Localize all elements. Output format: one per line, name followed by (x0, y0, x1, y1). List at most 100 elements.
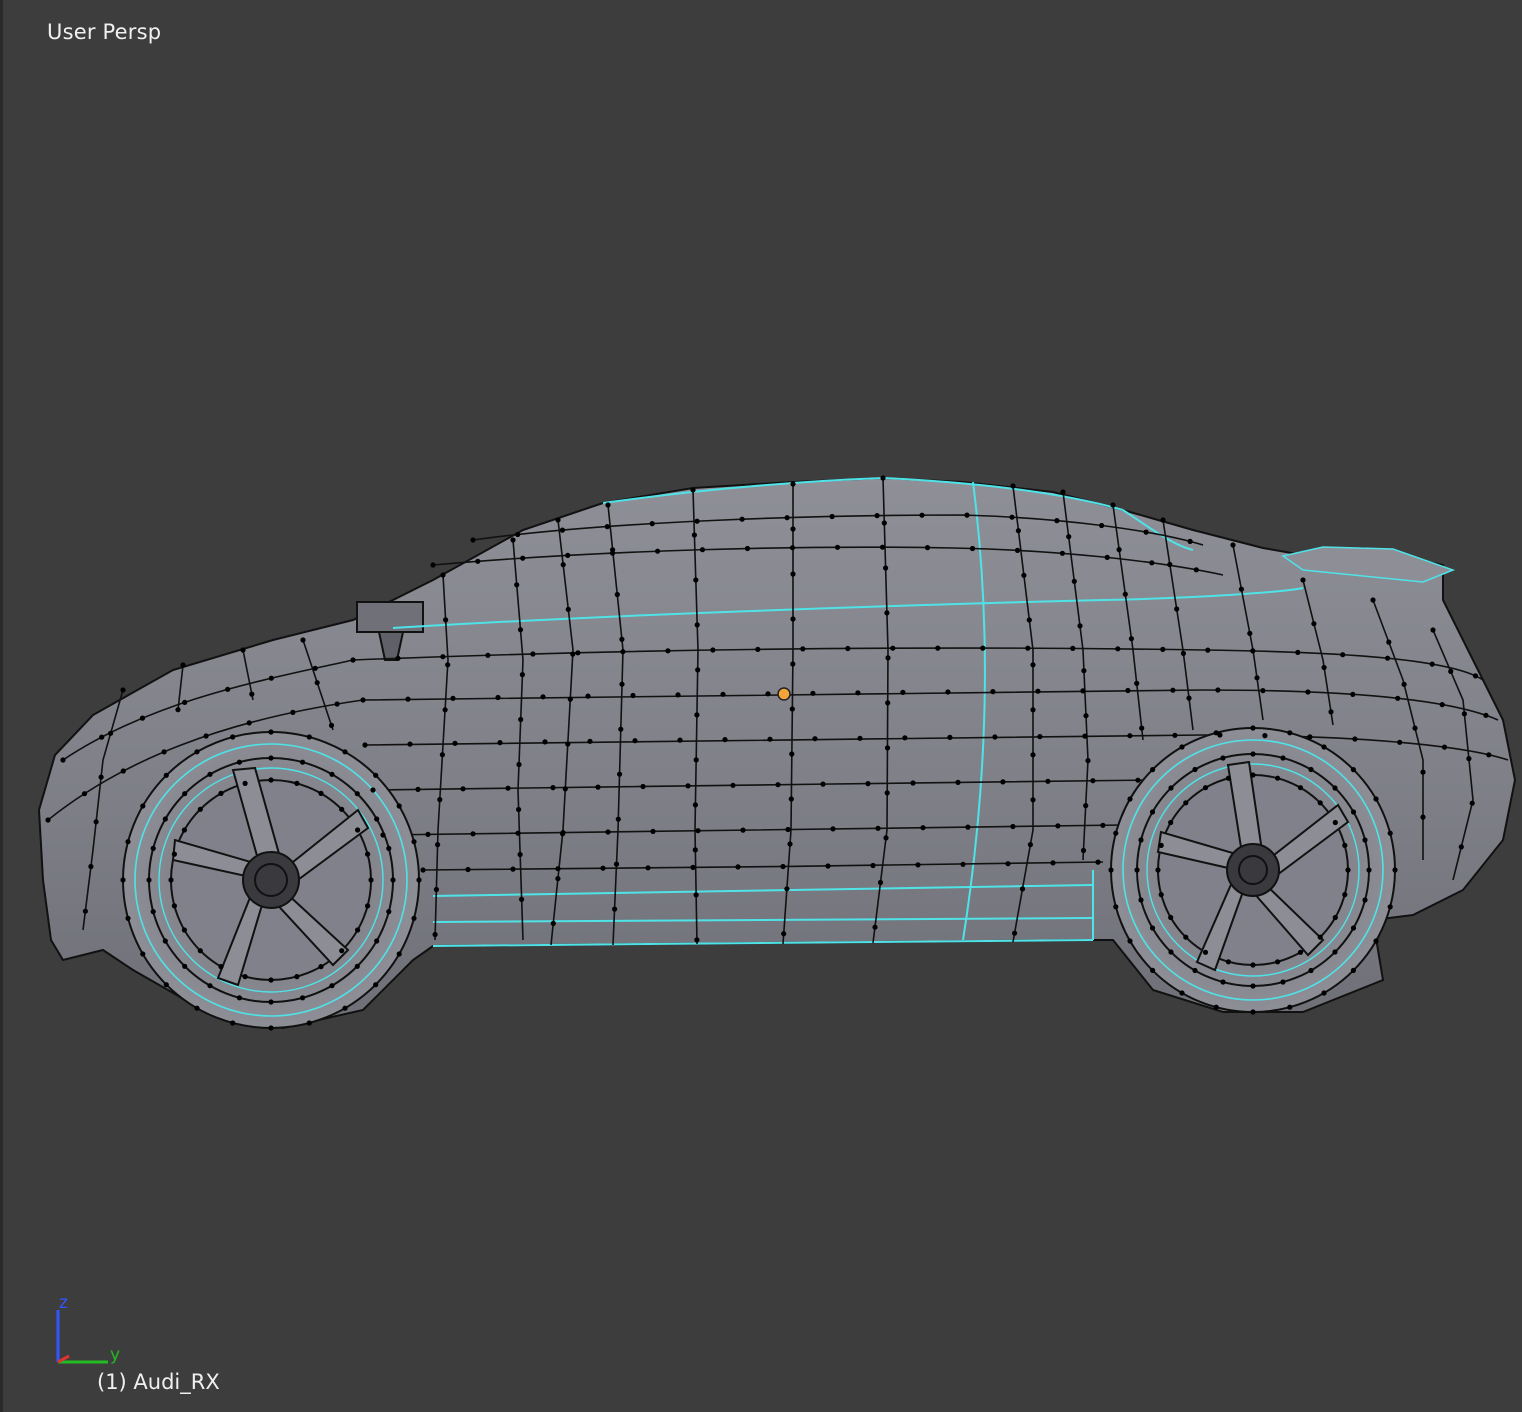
mesh-vertex (515, 531, 521, 538)
mesh-vertex (1174, 606, 1180, 612)
mesh-vertex (475, 558, 481, 564)
wheel-vertex (207, 983, 213, 989)
wheel-vertex (1134, 867, 1140, 873)
mesh-vertex (1085, 758, 1091, 764)
mesh-vertex (1127, 733, 1133, 739)
wheel-vertex (355, 827, 361, 833)
mesh-vertex (612, 906, 618, 912)
mesh-vertex (825, 863, 831, 869)
mesh-vertex (1412, 725, 1418, 731)
wheel-vertex (163, 772, 169, 778)
mesh-vertex (800, 646, 806, 652)
mesh-vertex (812, 736, 818, 742)
mesh-vertex (872, 924, 878, 930)
wheel-vertex (368, 877, 374, 883)
wheel-vertex (1332, 819, 1338, 826)
mesh-vertex (442, 707, 448, 713)
mesh-vertex (924, 545, 931, 551)
car-mesh[interactable] (3, 0, 1522, 1412)
wheel-vertex (1317, 800, 1323, 806)
mesh-vertex (740, 827, 746, 833)
mesh-vertex (735, 864, 741, 870)
mesh-vertex (1186, 695, 1192, 701)
mesh-vertex (1262, 733, 1268, 739)
mesh-vertex (1077, 623, 1083, 629)
mesh-vertex (605, 502, 611, 508)
wheel-vertex (1183, 934, 1189, 940)
mesh-vertex (1172, 732, 1178, 738)
mesh-vertex (370, 787, 376, 793)
mesh-vertex (1420, 814, 1426, 820)
mesh-vertex (565, 552, 571, 559)
mesh-vertex (947, 734, 953, 741)
mesh-vertex (780, 863, 786, 870)
mesh-vertex (1012, 930, 1018, 936)
wheel-vertex (365, 903, 371, 909)
mesh-vertex (900, 689, 906, 696)
wheel-vertex (1138, 837, 1144, 843)
wheel-vertex (300, 759, 306, 765)
mesh-vertex (420, 867, 426, 873)
mesh-vertex (665, 648, 671, 654)
wheel-vertex (329, 771, 335, 777)
mesh-vertex (969, 545, 976, 552)
wheel-vertex (1387, 904, 1393, 910)
mesh-vertex (692, 802, 699, 808)
mesh-vertex (268, 675, 274, 681)
wheel-vertex (396, 803, 402, 809)
mesh-vertex (1035, 688, 1041, 694)
mesh-vertex (437, 797, 443, 803)
wheel-vertex (268, 1025, 274, 1031)
mesh-vertex (1030, 797, 1036, 803)
mesh-vertex (935, 645, 941, 651)
wheel-vertex (416, 877, 422, 883)
wheel-vertex (1168, 914, 1174, 921)
mesh-vertex (585, 693, 591, 699)
wheel-vertex (207, 771, 213, 777)
wheel-vertex (194, 1005, 200, 1011)
origin-point-icon[interactable] (777, 687, 791, 701)
mesh-vertex (1352, 736, 1358, 742)
mesh-vertex (1030, 752, 1036, 758)
3d-viewport[interactable]: User Persp z y (1) Audi_RX (0, 0, 1522, 1412)
wheel-vertex (182, 963, 188, 969)
mesh-vertex (460, 786, 466, 792)
wheel-vertex (1213, 730, 1219, 736)
wheel-vertex (1202, 949, 1209, 955)
mesh-vertex (787, 841, 793, 847)
wheel-vertex (242, 780, 248, 787)
mesh-vertex (328, 722, 335, 729)
mesh-vertex (425, 831, 431, 838)
mesh-vertex (1025, 645, 1031, 651)
mesh-vertex (830, 826, 836, 832)
mesh-vertex (1321, 664, 1327, 671)
wheel-vertex (140, 803, 146, 809)
mesh-vertex (885, 655, 891, 661)
mesh-vertex (739, 516, 745, 522)
wheel-vertex (1250, 1009, 1256, 1015)
wheel-vertex (150, 909, 156, 915)
mesh-vertex (1066, 534, 1072, 540)
wheel-vertex (342, 749, 348, 755)
mesh-vertex (789, 706, 795, 712)
wheel-vertex (1350, 809, 1357, 815)
mesh-vertex (1070, 645, 1076, 652)
wheel-vertex (1362, 837, 1368, 843)
mesh-vertex (1083, 713, 1089, 719)
mesh-vertex (517, 851, 523, 858)
mesh-vertex (1420, 769, 1426, 775)
mesh-vertex (246, 720, 252, 726)
mesh-vertex (517, 627, 524, 633)
mesh-vertex (182, 699, 188, 706)
wheel-vertex (1350, 967, 1356, 974)
mesh-vertex (99, 734, 105, 740)
mesh-vertex (765, 691, 771, 697)
mesh-vertex (120, 687, 126, 693)
wheel-vertex (1287, 1004, 1293, 1010)
mesh-vertex (312, 665, 318, 671)
mesh-vertex (1128, 636, 1134, 642)
mesh-vertex (1167, 561, 1173, 568)
mesh-vertex (405, 696, 411, 702)
mesh-vertex (902, 735, 908, 741)
wheel-vertex (171, 903, 177, 909)
